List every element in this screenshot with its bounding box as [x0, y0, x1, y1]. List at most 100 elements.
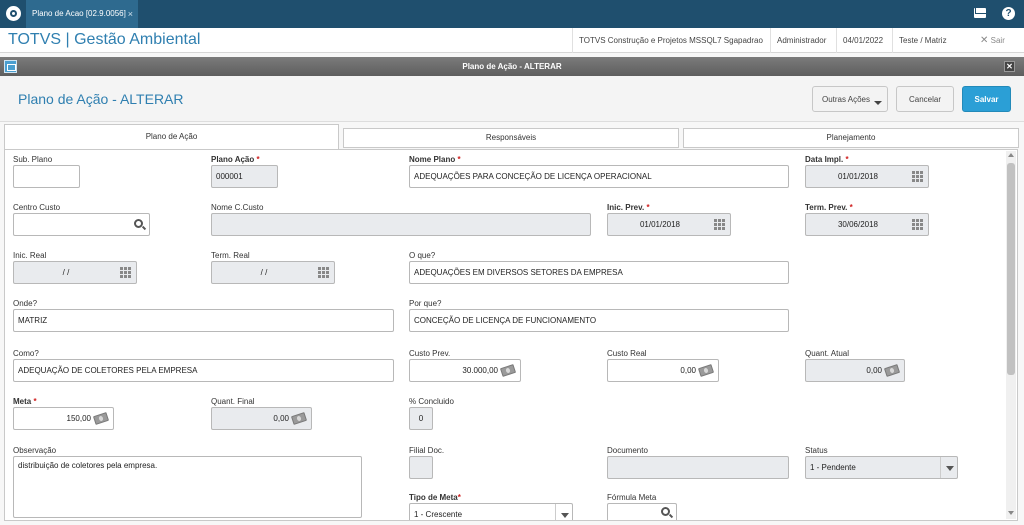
term-real-value: / /	[260, 268, 268, 277]
tab-close-icon[interactable]: ×	[128, 0, 133, 28]
pct-concluido-field[interactable]: 0	[409, 407, 433, 430]
formula-meta-field[interactable]	[607, 503, 677, 520]
other-actions-button[interactable]: Outras Ações	[812, 86, 888, 112]
scrollbar-thumb[interactable]	[1007, 163, 1015, 375]
observacao-textarea[interactable]: distribuição de coletores pela empresa.	[13, 456, 362, 518]
plano-acao-label-text: Plano Ação	[211, 155, 255, 164]
term-prev-label: Term. Prev. *	[805, 203, 853, 212]
exit-icon: ✕	[980, 35, 989, 46]
custo-real-field[interactable]: 0,00	[607, 359, 719, 382]
como-field[interactable]: ADEQUAÇÃO DE COLETORES PELA EMPRESA	[13, 359, 394, 382]
nome-plano-label: Nome Plano *	[409, 155, 461, 164]
documento-field[interactable]	[607, 456, 789, 479]
quant-final-field[interactable]: 0,00	[211, 407, 312, 430]
meta-label: Meta *	[13, 397, 37, 406]
custo-real-value: 0,00	[680, 366, 696, 375]
calendar-icon[interactable]	[714, 219, 725, 230]
meta-field[interactable]: 150,00	[13, 407, 114, 430]
quant-atual-field[interactable]: 0,00	[805, 359, 905, 382]
custo-prev-label: Custo Prev.	[409, 349, 451, 358]
money-icon[interactable]	[290, 412, 308, 425]
inic-prev-field[interactable]: 01/01/2018	[607, 213, 731, 236]
dialog-title-bar: Plano de Ação - ALTERAR ✕	[0, 57, 1024, 76]
required-mark: *	[849, 203, 853, 212]
pct-concluido-label: % Concluido	[409, 397, 454, 406]
filial-doc-field[interactable]	[409, 456, 433, 479]
help-icon[interactable]: ?	[1002, 7, 1015, 20]
window-icon	[4, 60, 17, 73]
tipo-meta-value: 1 - Crescente	[414, 510, 463, 519]
quant-atual-value: 0,00	[866, 366, 882, 375]
scroll-up-arrow[interactable]	[1008, 153, 1014, 157]
custo-real-label: Custo Real	[607, 349, 647, 358]
meta-label-text: Meta	[13, 397, 32, 406]
data-impl-label: Data Impl. *	[805, 155, 849, 164]
protheus-logo-icon[interactable]	[6, 6, 21, 21]
tipo-meta-select[interactable]: 1 - Crescente	[409, 503, 573, 520]
tipo-meta-label-text: Tipo de Meta	[409, 493, 458, 502]
calendar-icon[interactable]	[912, 171, 923, 182]
required-mark: *	[646, 203, 650, 212]
other-actions-label: Outras Ações	[821, 95, 871, 104]
data-impl-field[interactable]: 01/01/2018	[805, 165, 929, 188]
vertical-scrollbar[interactable]	[1006, 151, 1016, 519]
calendar-icon[interactable]	[120, 267, 131, 278]
quant-final-label: Quant. Final	[211, 397, 255, 406]
page-title: Plano de Ação - ALTERAR	[18, 91, 184, 107]
plano-acao-field[interactable]: 000001	[211, 165, 278, 188]
money-icon[interactable]	[499, 364, 517, 377]
tab-plano-acao[interactable]: Plano de Ação	[4, 124, 339, 150]
money-icon[interactable]	[92, 412, 110, 425]
onde-field[interactable]: MATRIZ	[13, 309, 394, 332]
chevron-down-icon[interactable]	[555, 504, 572, 520]
data-impl-value: 01/01/2018	[837, 172, 879, 181]
inic-real-label: Inic. Real	[13, 251, 47, 260]
search-icon[interactable]	[134, 219, 143, 228]
nome-plano-field[interactable]: ADEQUAÇÕES PARA CONCEÇÃO DE LICENÇA OPER…	[409, 165, 789, 188]
company-info: TOTVS Construção e Projetos MSSQL7 Sgapa…	[572, 28, 769, 53]
o-que-label: O que?	[409, 251, 436, 260]
term-prev-value: 30/06/2018	[837, 220, 879, 229]
plano-acao-label: Plano Ação *	[211, 155, 260, 164]
dialog-header: Plano de Ação - ALTERAR Outras Ações Can…	[0, 76, 1024, 122]
term-prev-field[interactable]: 30/06/2018	[805, 213, 929, 236]
search-icon[interactable]	[661, 507, 670, 516]
por-que-field[interactable]: CONCEÇÃO DE LICENÇA DE FUNCIONAMENTO	[409, 309, 789, 332]
sub-plano-field[interactable]	[13, 165, 80, 188]
money-icon[interactable]	[697, 364, 715, 377]
nome-plano-label-text: Nome Plano	[409, 155, 456, 164]
sub-plano-label: Sub. Plano	[13, 155, 53, 164]
term-real-field[interactable]: / /	[211, 261, 335, 284]
por-que-label: Por que?	[409, 299, 442, 308]
exit-label: Sair	[990, 36, 1005, 45]
exit-button[interactable]: ✕ Sair	[980, 28, 1005, 53]
tab-responsaveis[interactable]: Responsáveis	[343, 128, 679, 148]
money-icon[interactable]	[883, 364, 901, 377]
close-icon[interactable]: ✕	[1004, 61, 1015, 72]
inic-prev-label: Inic. Prev. *	[607, 203, 650, 212]
save-button[interactable]: Salvar	[962, 86, 1011, 112]
calendar-icon[interactable]	[912, 219, 923, 230]
required-mark: *	[457, 493, 461, 502]
mail-icon[interactable]	[974, 8, 986, 18]
o-que-field[interactable]: ADEQUAÇÕES EM DIVERSOS SETORES DA EMPRES…	[409, 261, 789, 284]
documento-label: Documento	[607, 446, 648, 455]
formula-meta-label: Fórmula Meta	[607, 493, 657, 502]
scroll-down-arrow[interactable]	[1008, 511, 1014, 515]
custo-prev-field[interactable]: 30.000,00	[409, 359, 521, 382]
calendar-icon[interactable]	[318, 267, 329, 278]
cancel-button[interactable]: Cancelar	[896, 86, 954, 112]
tab-planejamento[interactable]: Planejamento	[683, 128, 1019, 148]
status-select[interactable]: 1 - Pendente	[805, 456, 958, 479]
tipo-meta-label: Tipo de Meta*	[409, 493, 461, 502]
inic-real-field[interactable]: / /	[13, 261, 137, 284]
required-mark: *	[256, 155, 260, 164]
inic-real-value: / /	[62, 268, 70, 277]
nome-ccusto-field[interactable]	[211, 213, 591, 236]
como-label: Como?	[13, 349, 39, 358]
chevron-down-icon[interactable]	[940, 457, 957, 478]
required-mark: *	[845, 155, 849, 164]
tab-plano-de-acao[interactable]: Plano de Acao [02.9.0056] ×	[26, 0, 138, 28]
centro-custo-field[interactable]	[13, 213, 150, 236]
tab-label: Plano de Acao [02.9.0056]	[32, 9, 126, 18]
